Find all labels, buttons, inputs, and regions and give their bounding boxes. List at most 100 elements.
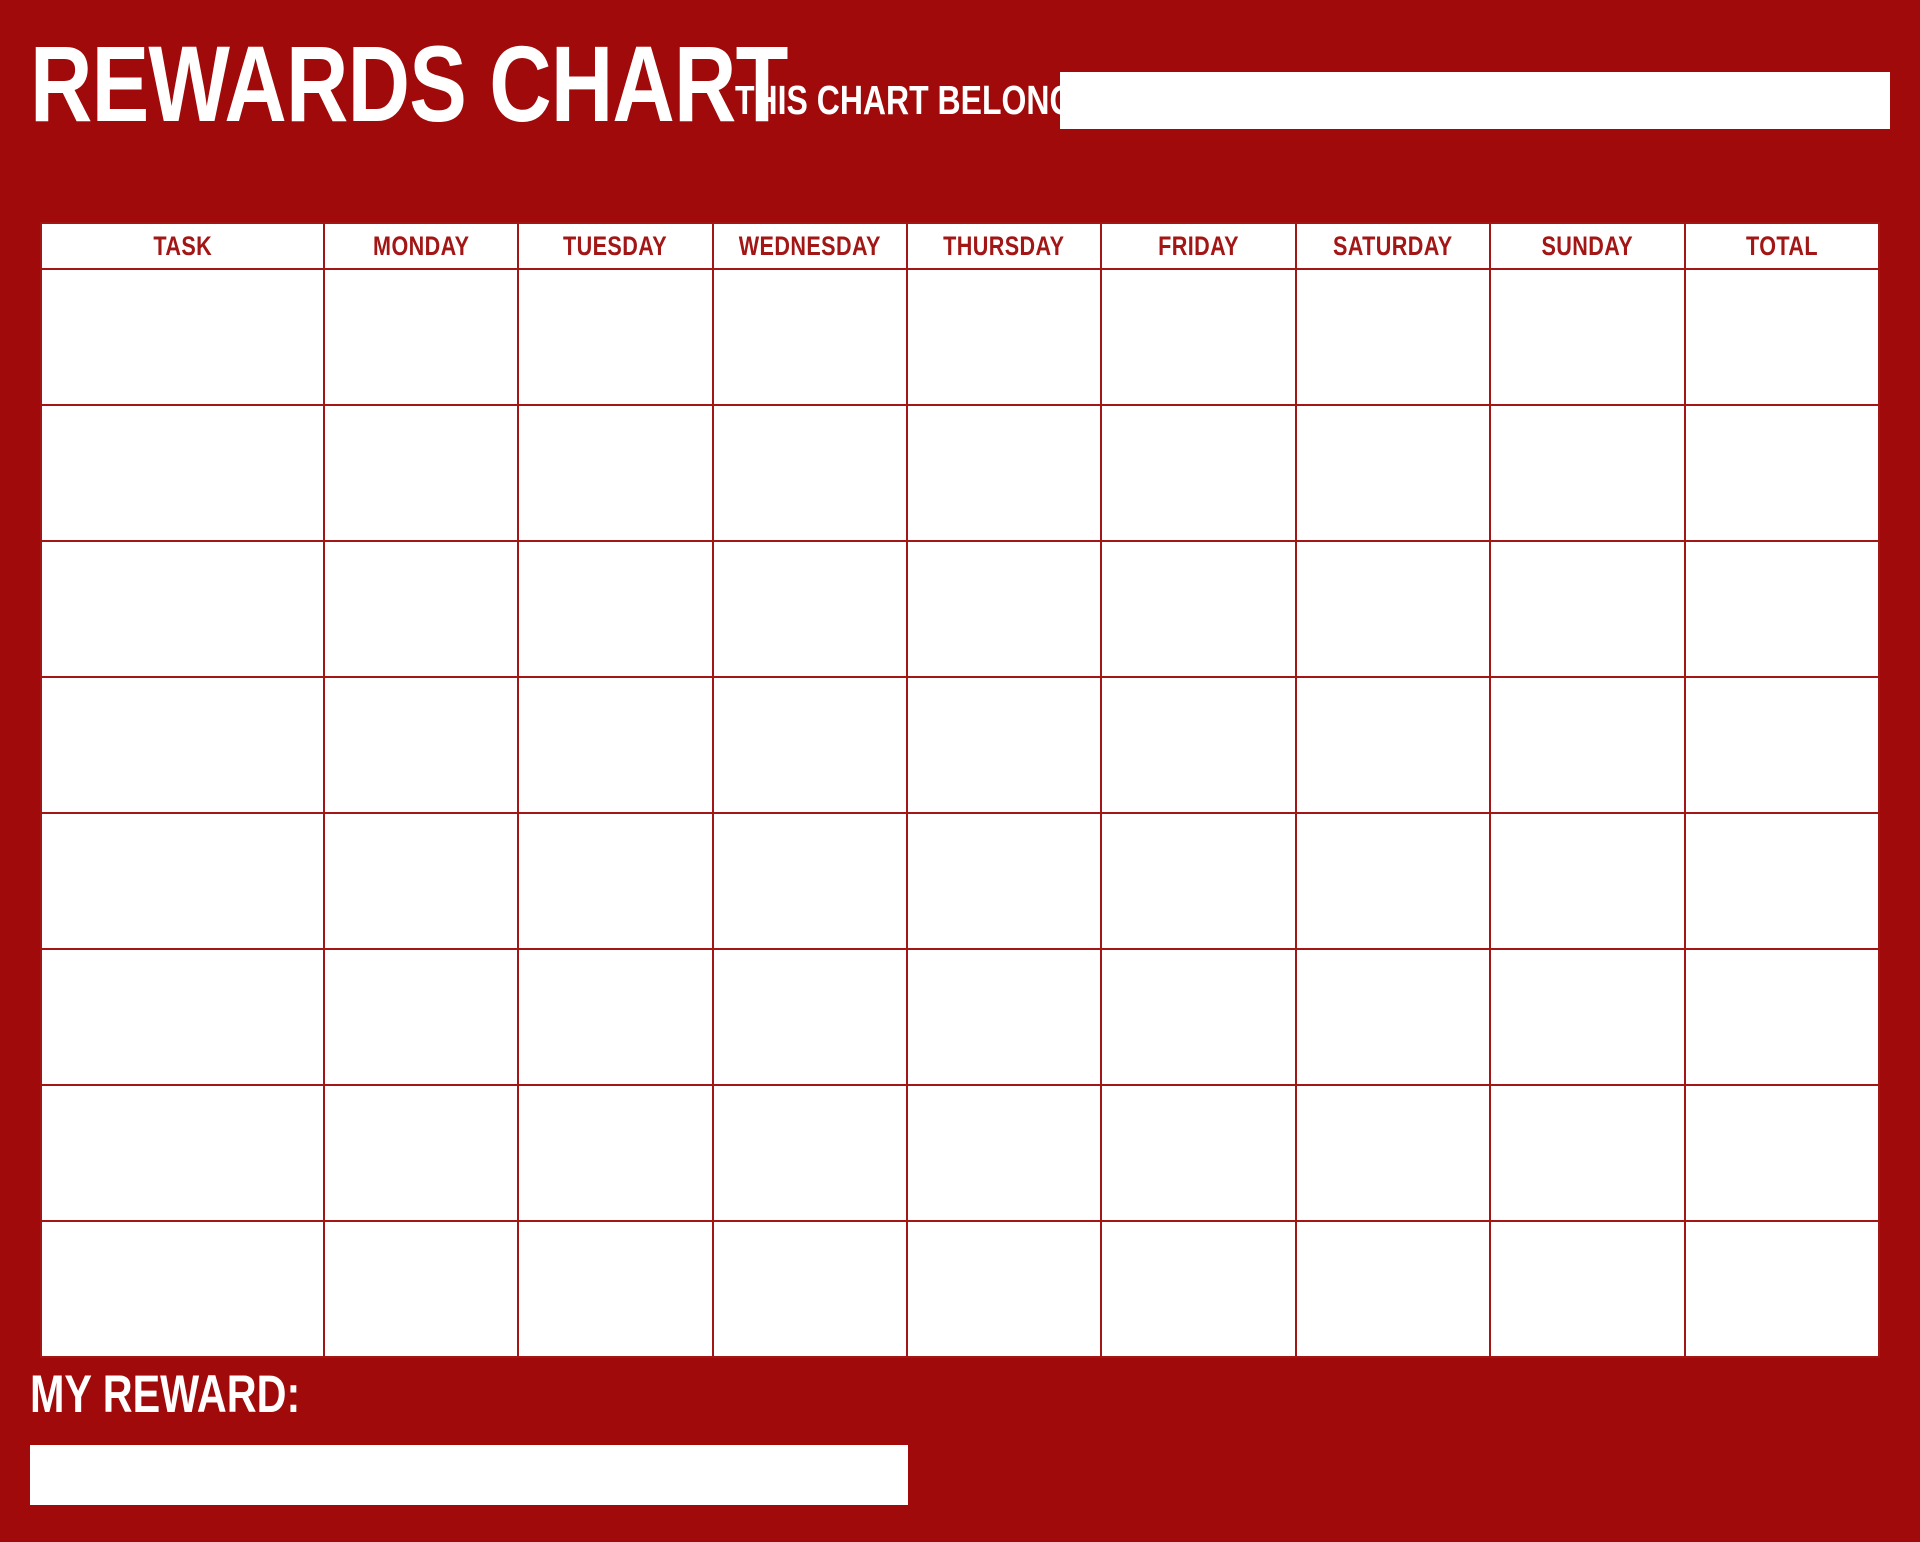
- cell-friday[interactable]: [1100, 948, 1297, 1086]
- column-header-saturday: SATURDAY: [1294, 222, 1492, 270]
- column-header-sunday-label: SUNDAY: [1541, 230, 1634, 261]
- my-reward-group: MY REWARD:: [30, 1368, 910, 1508]
- cell-thursday[interactable]: [905, 948, 1103, 1086]
- column-header-friday: FRIDAY: [1100, 222, 1297, 270]
- cell-task[interactable]: [40, 404, 325, 542]
- cell-thursday[interactable]: [905, 812, 1103, 950]
- table-header: TASK MONDAY TUESDAY WEDNESDAY THURSDAY F…: [40, 222, 1880, 270]
- cell-saturday[interactable]: [1294, 676, 1492, 814]
- table-row: [40, 268, 1880, 406]
- cell-friday[interactable]: [1100, 268, 1297, 406]
- cell-monday[interactable]: [322, 948, 520, 1086]
- cell-tuesday[interactable]: [517, 268, 714, 406]
- cell-wednesday[interactable]: [711, 948, 908, 1086]
- task-table-container: TASK MONDAY TUESDAY WEDNESDAY THURSDAY F…: [40, 222, 1880, 1358]
- cell-friday[interactable]: [1100, 540, 1297, 678]
- column-header-wednesday-label: WEDNESDAY: [738, 230, 881, 261]
- cell-total[interactable]: [1683, 812, 1880, 950]
- cell-monday[interactable]: [322, 540, 520, 678]
- cell-wednesday[interactable]: [711, 268, 908, 406]
- my-reward-label: MY REWARD:: [30, 1365, 301, 1424]
- cell-friday[interactable]: [1100, 676, 1297, 814]
- cell-sunday[interactable]: [1489, 268, 1686, 406]
- cell-friday[interactable]: [1100, 404, 1297, 542]
- table-row: [40, 812, 1880, 950]
- cell-task[interactable]: [40, 268, 325, 406]
- cell-saturday[interactable]: [1294, 404, 1492, 542]
- cell-total[interactable]: [1683, 676, 1880, 814]
- cell-task[interactable]: [40, 1220, 325, 1358]
- cell-tuesday[interactable]: [517, 1084, 714, 1222]
- cell-friday[interactable]: [1100, 1220, 1297, 1358]
- belongs-to-group: THIS CHART BELONGS TO:: [735, 72, 1890, 132]
- cell-monday[interactable]: [322, 268, 520, 406]
- table-row: [40, 676, 1880, 814]
- my-reward-input[interactable]: [30, 1445, 908, 1505]
- cell-task[interactable]: [40, 676, 325, 814]
- cell-tuesday[interactable]: [517, 948, 714, 1086]
- table-row: [40, 1220, 1880, 1358]
- column-header-tuesday-label: TUESDAY: [563, 230, 668, 261]
- cell-task[interactable]: [40, 812, 325, 950]
- cell-task[interactable]: [40, 540, 325, 678]
- cell-wednesday[interactable]: [711, 676, 908, 814]
- cell-tuesday[interactable]: [517, 540, 714, 678]
- cell-total[interactable]: [1683, 404, 1880, 542]
- cell-total[interactable]: [1683, 948, 1880, 1086]
- column-header-thursday-label: THURSDAY: [943, 230, 1065, 261]
- cell-task[interactable]: [40, 1084, 325, 1222]
- cell-wednesday[interactable]: [711, 540, 908, 678]
- table-row: [40, 1084, 1880, 1222]
- column-header-total-label: TOTAL: [1745, 230, 1818, 261]
- cell-thursday[interactable]: [905, 540, 1103, 678]
- cell-monday[interactable]: [322, 676, 520, 814]
- cell-monday[interactable]: [322, 404, 520, 542]
- column-header-monday: MONDAY: [322, 222, 520, 270]
- cell-friday[interactable]: [1100, 1084, 1297, 1222]
- cell-wednesday[interactable]: [711, 812, 908, 950]
- cell-wednesday[interactable]: [711, 404, 908, 542]
- column-header-tuesday: TUESDAY: [517, 222, 714, 270]
- table-header-row: TASK MONDAY TUESDAY WEDNESDAY THURSDAY F…: [40, 222, 1880, 270]
- column-header-wednesday: WEDNESDAY: [711, 222, 908, 270]
- table-row: [40, 948, 1880, 1086]
- cell-wednesday[interactable]: [711, 1084, 908, 1222]
- cell-thursday[interactable]: [905, 1220, 1103, 1358]
- cell-total[interactable]: [1683, 1084, 1880, 1222]
- cell-total[interactable]: [1683, 1220, 1880, 1358]
- belongs-to-input[interactable]: [1060, 72, 1890, 129]
- header-band: REWARDS CHART THIS CHART BELONGS TO:: [0, 0, 1920, 222]
- cell-tuesday[interactable]: [517, 812, 714, 950]
- cell-saturday[interactable]: [1294, 948, 1492, 1086]
- cell-saturday[interactable]: [1294, 812, 1492, 950]
- cell-monday[interactable]: [322, 1084, 520, 1222]
- cell-monday[interactable]: [322, 812, 520, 950]
- column-header-saturday-label: SATURDAY: [1333, 230, 1453, 261]
- cell-total[interactable]: [1683, 540, 1880, 678]
- cell-saturday[interactable]: [1294, 1220, 1492, 1358]
- cell-monday[interactable]: [322, 1220, 520, 1358]
- cell-tuesday[interactable]: [517, 676, 714, 814]
- cell-sunday[interactable]: [1489, 948, 1686, 1086]
- cell-tuesday[interactable]: [517, 404, 714, 542]
- cell-thursday[interactable]: [905, 268, 1103, 406]
- cell-saturday[interactable]: [1294, 540, 1492, 678]
- cell-friday[interactable]: [1100, 812, 1297, 950]
- cell-saturday[interactable]: [1294, 268, 1492, 406]
- cell-tuesday[interactable]: [517, 1220, 714, 1358]
- cell-task[interactable]: [40, 948, 325, 1086]
- cell-wednesday[interactable]: [711, 1220, 908, 1358]
- cell-sunday[interactable]: [1489, 1220, 1686, 1358]
- cell-thursday[interactable]: [905, 1084, 1103, 1222]
- column-header-sunday: SUNDAY: [1489, 222, 1686, 270]
- cell-total[interactable]: [1683, 268, 1880, 406]
- column-header-total: TOTAL: [1683, 222, 1880, 270]
- cell-sunday[interactable]: [1489, 1084, 1686, 1222]
- cell-sunday[interactable]: [1489, 540, 1686, 678]
- cell-sunday[interactable]: [1489, 404, 1686, 542]
- cell-sunday[interactable]: [1489, 676, 1686, 814]
- cell-sunday[interactable]: [1489, 812, 1686, 950]
- cell-thursday[interactable]: [905, 676, 1103, 814]
- cell-thursday[interactable]: [905, 404, 1103, 542]
- cell-saturday[interactable]: [1294, 1084, 1492, 1222]
